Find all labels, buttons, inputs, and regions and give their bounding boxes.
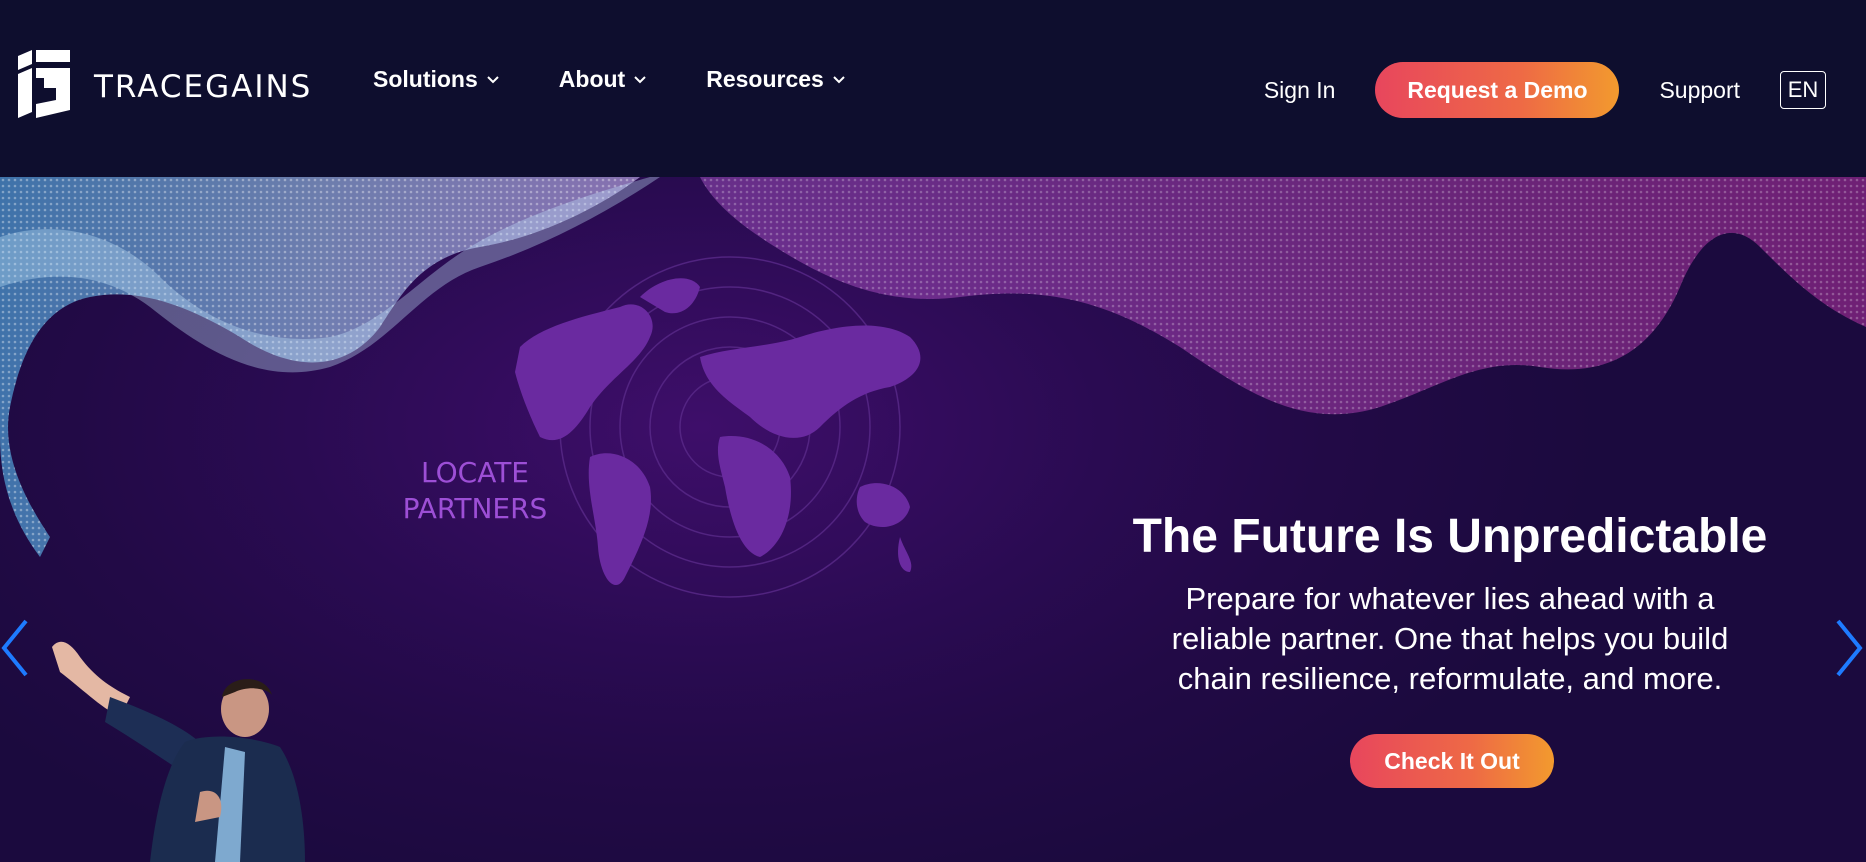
chevron-right-icon[interactable]	[1834, 617, 1864, 679]
sign-in-link[interactable]: Sign In	[1264, 77, 1336, 104]
language-selector[interactable]: EN	[1780, 71, 1826, 109]
chevron-down-icon	[634, 75, 646, 83]
chevron-down-icon	[487, 75, 499, 83]
hero-carousel: LOCATE PARTNERS The Future Is Unpredicta…	[0, 177, 1866, 862]
main-nav: Solutions About Resources	[373, 66, 905, 93]
nav-resources-label: Resources	[706, 66, 824, 92]
logo-link[interactable]: TRACEGAINS	[14, 50, 312, 123]
chevron-down-icon	[833, 75, 845, 83]
support-link[interactable]: Support	[1659, 77, 1740, 104]
hero-subtext-line3: chain resilience, reformulate, and more.	[1177, 661, 1723, 696]
map-label-line2: PARTNERS	[402, 492, 548, 525]
world-map-graphic	[515, 278, 921, 586]
hero-headline: The Future Is Unpredictable	[1132, 510, 1768, 563]
businessman-figure	[52, 641, 305, 862]
map-label-line1: LOCATE	[421, 456, 529, 489]
logo-text: TRACEGAINS	[94, 68, 313, 105]
nav-solutions[interactable]: Solutions	[373, 66, 499, 93]
nav-about[interactable]: About	[559, 66, 646, 93]
chevron-left-icon[interactable]	[0, 617, 30, 679]
hero-subtext-line1: Prepare for whatever lies ahead with a	[1185, 581, 1715, 616]
site-header: TRACEGAINS Solutions About Resources Sig…	[0, 0, 1866, 177]
hero-subtext: Prepare for whatever lies ahead with a r…	[1110, 579, 1790, 699]
tracegains-logo-icon	[14, 50, 74, 123]
nav-resources[interactable]: Resources	[706, 66, 845, 93]
hero-subtext-line2: reliable partner. One that helps you bui…	[1171, 621, 1729, 656]
nav-solutions-label: Solutions	[373, 66, 478, 92]
nav-about-label: About	[558, 66, 626, 92]
check-it-out-button[interactable]: Check It Out	[1350, 734, 1554, 788]
request-demo-button[interactable]: Request a Demo	[1375, 62, 1620, 118]
utility-nav: Sign In Request a Demo Support EN	[1264, 62, 1826, 118]
map-label: LOCATE PARTNERS	[380, 455, 570, 527]
